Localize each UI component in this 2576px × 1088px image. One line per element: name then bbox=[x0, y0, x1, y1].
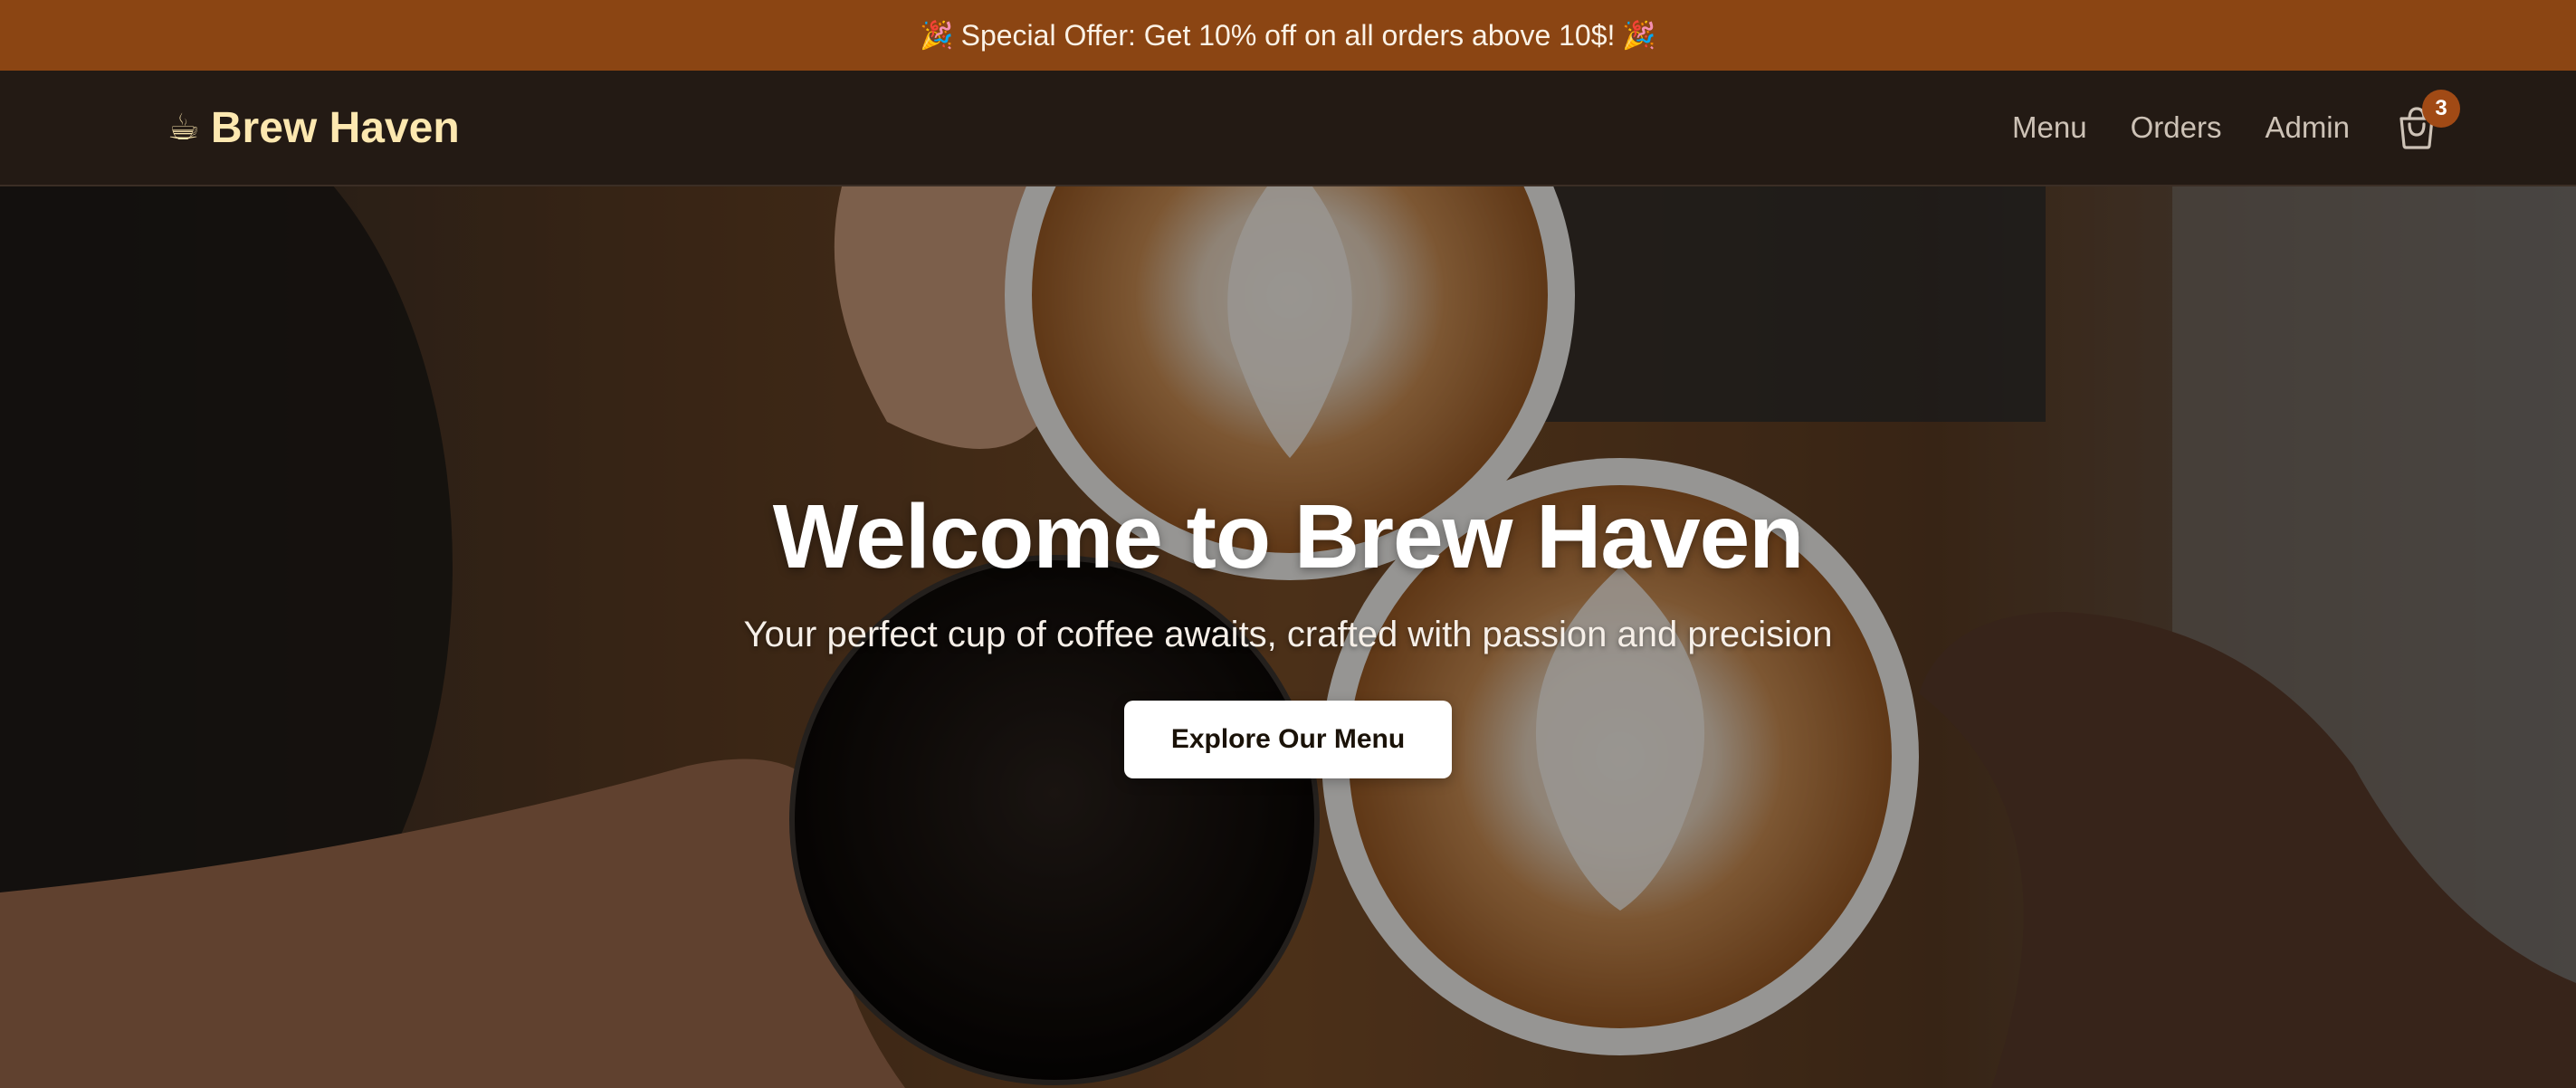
hero-content: Welcome to Brew Haven Your perfect cup o… bbox=[0, 186, 2576, 1088]
nav-link-menu[interactable]: Menu bbox=[2012, 110, 2087, 145]
nav-link-admin[interactable]: Admin bbox=[2265, 110, 2350, 145]
cart-count-badge: 3 bbox=[2422, 90, 2460, 128]
cart-button[interactable]: 3 bbox=[2393, 90, 2460, 153]
party-icon: 🎉 bbox=[1622, 20, 1656, 51]
hero-title: Welcome to Brew Haven bbox=[772, 486, 1805, 587]
brand-name: Brew Haven bbox=[210, 103, 460, 152]
hero-section: Welcome to Brew Haven Your perfect cup o… bbox=[0, 186, 2576, 1088]
explore-menu-button[interactable]: Explore Our Menu bbox=[1124, 701, 1452, 778]
navbar: ☕ Brew Haven Menu Orders Admin 3 bbox=[0, 71, 2576, 186]
coffee-cup-icon: ☕ bbox=[167, 108, 200, 148]
promo-banner: 🎉 Special Offer: Get 10% off on all orde… bbox=[0, 0, 2576, 71]
nav-link-orders[interactable]: Orders bbox=[2131, 110, 2222, 145]
party-icon: 🎉 bbox=[920, 20, 954, 51]
hero-subtitle: Your perfect cup of coffee awaits, craft… bbox=[743, 615, 1833, 654]
promo-text: Special Offer: Get 10% off on all orders… bbox=[960, 18, 1616, 52]
brand-logo-link[interactable]: ☕ Brew Haven bbox=[167, 103, 460, 153]
nav-links: Menu Orders Admin 3 bbox=[2012, 90, 2460, 153]
